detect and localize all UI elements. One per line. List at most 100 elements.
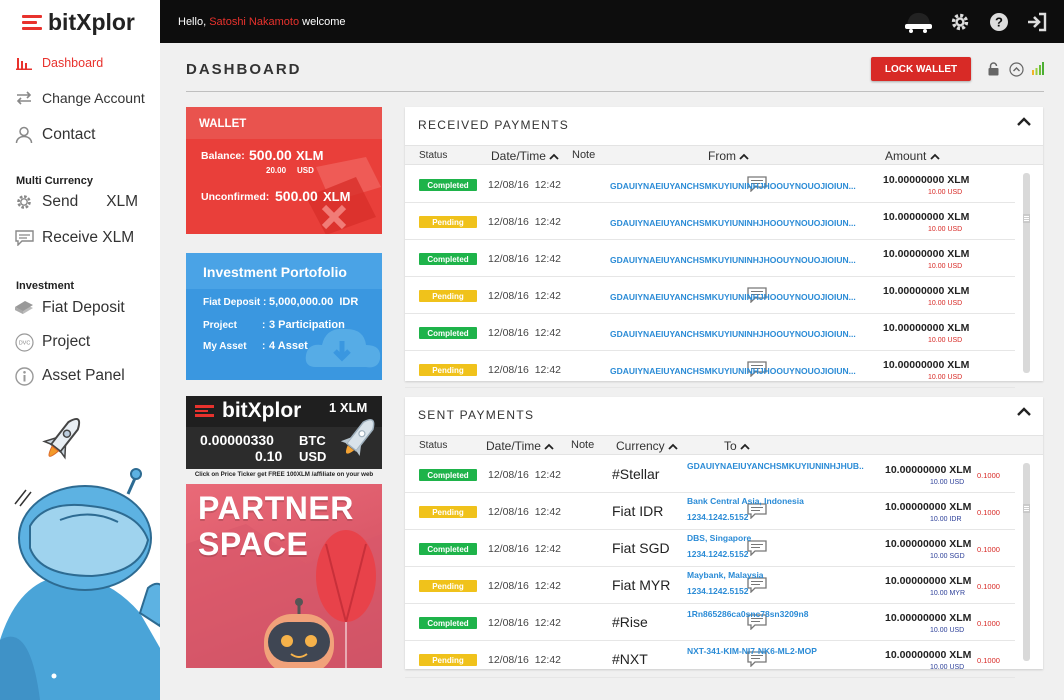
row-recipient-name: 1Rn865286ca0snc78sn3209n8 bbox=[687, 609, 809, 619]
gear-icon[interactable] bbox=[949, 11, 971, 33]
investment-sep: : bbox=[263, 297, 267, 308]
investment-sep: : bbox=[262, 320, 266, 331]
table-row[interactable]: Pending 12/08/16 12:42 Fiat IDR Bank Centra… bbox=[405, 493, 1015, 530]
table-row[interactable]: Pending 12/08/16 12:42 #NXT NXT-341-KIM-NI7… bbox=[405, 641, 1015, 678]
wallet-card-title: WALLET bbox=[186, 107, 382, 139]
scrollbar[interactable] bbox=[1023, 173, 1030, 373]
col-from[interactable]: From bbox=[708, 149, 749, 163]
chevron-up-icon[interactable] bbox=[1017, 117, 1031, 127]
lock-wallet-button[interactable]: LOCK WALLET bbox=[871, 57, 971, 81]
collapse-circle-icon[interactable] bbox=[1009, 62, 1024, 77]
table-header: Status Date/Time Note Currency To bbox=[405, 435, 1043, 455]
sidebar-item-label: Receive XLM bbox=[42, 229, 135, 246]
sidebar-item-label: Send bbox=[42, 193, 79, 210]
row-from-address[interactable]: GDAUIYNAEIUYANCHSMKUYIUNINHJHOOUYNOUOJIO… bbox=[610, 181, 875, 191]
sidebar-item-change-account[interactable]: Change Account bbox=[14, 88, 145, 108]
table-row[interactable]: Completed 12/08/16 12:42 #Rise 1Rn865286ca0… bbox=[405, 604, 1015, 641]
row-datetime: 12/08/16 12:42 bbox=[488, 327, 561, 339]
row-from-address[interactable]: GDAUIYNAEIUYANCHSMKUYIUNINHJHOOUYNOUOJIO… bbox=[610, 218, 875, 228]
col-datetime[interactable]: Date/Time bbox=[491, 149, 559, 163]
help-icon[interactable]: ? bbox=[988, 11, 1010, 33]
status-badge: Pending bbox=[419, 654, 477, 666]
ticker-unit: 1 XLM bbox=[329, 400, 368, 415]
col-amount[interactable]: Amount bbox=[885, 149, 940, 163]
row-amount: 10.00000000 XLM bbox=[883, 359, 970, 371]
sidebar-item-send[interactable]: Send XLM bbox=[14, 192, 138, 212]
table-row[interactable]: Completed 12/08/16 12:42 GDAUIYNAEIUYANCHS… bbox=[405, 166, 1015, 203]
row-rate: 0.1000 bbox=[977, 582, 1000, 591]
row-from-address[interactable]: GDAUIYNAEIUYANCHSMKUYIUNINHJHOOUYNOUOJIO… bbox=[610, 366, 875, 376]
status-badge: Completed bbox=[419, 327, 477, 339]
user-name[interactable]: Satoshi Nakamoto bbox=[209, 16, 299, 28]
unlock-icon[interactable] bbox=[987, 62, 1000, 76]
app-logo[interactable]: bitXplor bbox=[22, 8, 135, 36]
col-note[interactable]: Note bbox=[572, 149, 595, 161]
table-row[interactable]: Pending 12/08/16 12:42 GDAUIYNAEIUYANCHSMK… bbox=[405, 351, 1015, 388]
investment-value: 4 Asset bbox=[269, 340, 308, 352]
partner-space-banner[interactable]: PARTNER SPACE bbox=[186, 484, 382, 668]
hamburger-icon[interactable] bbox=[22, 14, 42, 30]
col-status[interactable]: Status bbox=[419, 440, 447, 451]
status-badge: Completed bbox=[419, 179, 477, 191]
scrollbar[interactable] bbox=[1023, 463, 1030, 661]
row-recipient-account: 1234.1242.5152 bbox=[687, 512, 749, 522]
row-date: 12/08/16 bbox=[488, 290, 529, 302]
sidebar-item-contact[interactable]: Contact bbox=[14, 125, 95, 145]
sidebar-item-asset-panel[interactable]: Asset Panel bbox=[14, 366, 125, 386]
sidebar-item-project[interactable]: DVC Project bbox=[14, 332, 90, 352]
row-from-address[interactable]: GDAUIYNAEIUYANCHSMKUYIUNINHJHOOUYNOUOJIO… bbox=[610, 292, 875, 302]
row-rate: 0.1000 bbox=[977, 619, 1000, 628]
row-recipient[interactable]: DBS, Singapore 1234.1242.5152 bbox=[687, 530, 751, 562]
table-row[interactable]: Completed 12/08/16 12:42 GDAUIYNAEIUYANCHS… bbox=[405, 240, 1015, 277]
row-time: 12:42 bbox=[534, 543, 561, 555]
col-to[interactable]: To bbox=[724, 439, 750, 453]
row-recipient[interactable]: Bank Central Asia, Indonesia 1234.1242.51… bbox=[687, 493, 804, 525]
sidebar-item-dashboard[interactable]: Dashboard bbox=[14, 53, 103, 73]
table-row[interactable]: Completed 12/08/16 12:42 GDAUIYNAEIUYANCHS… bbox=[405, 314, 1015, 351]
sidebar-item-receive[interactable]: Receive XLM bbox=[14, 228, 134, 248]
row-recipient-name: DBS, Singapore bbox=[687, 533, 752, 543]
row-amount-fiat: 10.00 SGD bbox=[930, 553, 965, 560]
table-row[interactable]: Pending 12/08/16 12:42 Fiat MYR Maybank, Ma… bbox=[405, 567, 1015, 604]
ticker-usd-label: USD bbox=[299, 449, 327, 464]
wallet-card[interactable]: WALLET Balance: 500.00 XLM 20.00 USD Unc… bbox=[186, 107, 382, 234]
sidebar-item-fiat-deposit[interactable]: Fiat Deposit bbox=[14, 298, 125, 318]
row-amount-fiat: 10.00 IDR bbox=[930, 516, 962, 523]
scrollbar-thumb[interactable] bbox=[1023, 504, 1030, 513]
price-ticker[interactable]: bitXplor 1 XLM 0.00000330 BTC 0.10 USD bbox=[186, 396, 382, 469]
panel-title: RECEIVED PAYMENTS bbox=[418, 118, 570, 132]
ticker-affiliate-note: Click on Price Ticker get FREE 100XLM /a… bbox=[194, 471, 374, 478]
svg-text:?: ? bbox=[995, 15, 1003, 30]
table-row[interactable]: Pending 12/08/16 12:42 GDAUIYNAEIUYANCHSMK… bbox=[405, 203, 1015, 240]
col-currency-label: Currency bbox=[616, 439, 665, 453]
col-datetime[interactable]: Date/Time bbox=[486, 439, 554, 453]
table-row[interactable]: Completed 12/08/16 12:42 Fiat SGD DBS, Sing… bbox=[405, 530, 1015, 567]
chevron-up-icon[interactable] bbox=[1017, 407, 1031, 417]
row-recipient[interactable]: GDAUIYNAEIUYANCHSMKUYIUNINHJHUB.. bbox=[687, 458, 864, 474]
sidebar-item-label: Dashboard bbox=[42, 56, 104, 70]
table-row[interactable]: Pending 12/08/16 12:42 GDAUIYNAEIUYANCHSMK… bbox=[405, 277, 1015, 314]
status-badge: Completed bbox=[419, 253, 477, 265]
col-note[interactable]: Note bbox=[571, 439, 594, 451]
sidebar-item-label: Change Account bbox=[42, 90, 145, 106]
top-bar: Hello, Satoshi Nakamoto welcome ? bbox=[160, 0, 1064, 43]
row-recipient[interactable]: NXT-341-KIM-NI7-NK6-ML2-MOP bbox=[687, 643, 817, 659]
table-row[interactable]: Completed 12/08/16 12:42 #Stellar GDAUIYNAE… bbox=[405, 456, 1015, 493]
swap-arrows-icon bbox=[14, 88, 34, 108]
row-from-address[interactable]: GDAUIYNAEIUYANCHSMKUYIUNINHJHOOUYNOUOJIO… bbox=[610, 329, 875, 339]
col-amount-label: Amount bbox=[885, 149, 927, 163]
col-currency[interactable]: Currency bbox=[616, 439, 678, 453]
investment-card[interactable]: Investment Portofolio Fiat Deposit : 5,0… bbox=[186, 253, 382, 380]
row-from-address[interactable]: GDAUIYNAEIUYANCHSMKUYIUNINHJHOOUYNOUOJIO… bbox=[610, 255, 875, 265]
row-datetime: 12/08/16 12:42 bbox=[488, 543, 561, 555]
row-date: 12/08/16 bbox=[488, 216, 529, 228]
row-recipient[interactable]: Maybank, Malaysia 1234.1242.5152 bbox=[687, 567, 764, 599]
row-time: 12:42 bbox=[534, 506, 561, 518]
logout-icon[interactable] bbox=[1026, 11, 1048, 33]
col-status[interactable]: Status bbox=[419, 150, 447, 161]
row-amount-usd: 10.00 USD bbox=[928, 374, 963, 381]
scrollbar-thumb[interactable] bbox=[1023, 214, 1030, 223]
unconfirmed-value: 500.00 bbox=[275, 188, 318, 204]
row-currency: Fiat IDR bbox=[612, 503, 664, 519]
row-recipient[interactable]: 1Rn865286ca0snc78sn3209n8 bbox=[687, 606, 808, 622]
